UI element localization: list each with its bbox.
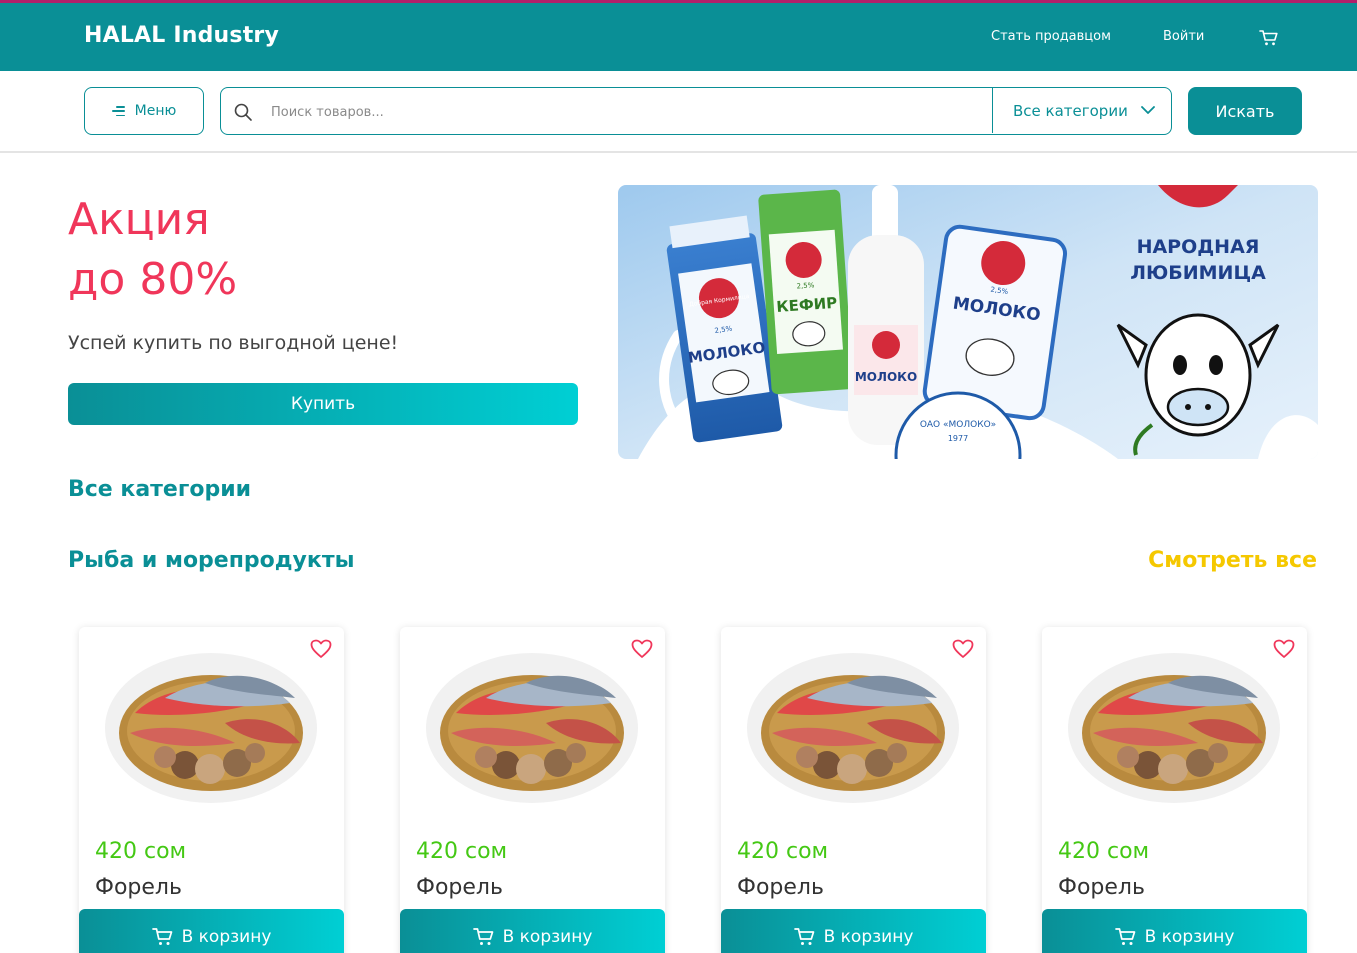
- add-to-cart-button[interactable]: В корзину: [79, 909, 344, 953]
- seal-year: 1977: [948, 434, 968, 443]
- login-link[interactable]: Войти: [1163, 29, 1204, 44]
- chevron-down-icon: [1141, 106, 1155, 114]
- product-card[interactable]: 420 сом Форель В корзину: [79, 627, 344, 953]
- product-card[interactable]: 420 сом Форель В корзину: [1042, 627, 1307, 953]
- product-price: 420 сом: [95, 839, 187, 864]
- search-icon: [234, 103, 252, 121]
- promo-banner[interactable]: Добрая Кормилица 2,5% МОЛОКО 2,5% КЕФИР …: [618, 185, 1318, 459]
- brand-logo[interactable]: HALAL Industry: [84, 23, 279, 48]
- product-image: [747, 653, 959, 803]
- milk-banner-image: Добрая Кормилица 2,5% МОЛОКО 2,5% КЕФИР …: [618, 185, 1318, 459]
- search-toolbar: Меню Все категории Искать: [0, 71, 1357, 153]
- product-name[interactable]: Форель: [416, 875, 503, 900]
- pack3-label: МОЛОКО: [855, 370, 917, 384]
- product-image: [1068, 653, 1280, 803]
- promo-title: Акция до 80%: [68, 190, 237, 310]
- fish-section-heading: Рыба и морепродукты: [68, 548, 355, 573]
- category-select[interactable]: Все категории: [992, 88, 1172, 133]
- add-to-cart-label: В корзину: [181, 927, 272, 947]
- all-categories-heading[interactable]: Все категории: [68, 477, 251, 502]
- product-name[interactable]: Форель: [1058, 875, 1145, 900]
- become-seller-link[interactable]: Стать продавцом: [991, 29, 1111, 44]
- menu-button-label: Меню: [134, 103, 177, 119]
- add-to-cart-label: В корзину: [502, 927, 593, 947]
- category-select-value: Все категории: [1013, 101, 1128, 120]
- seal-text: ОАО «МОЛОКО»: [920, 420, 996, 430]
- search-box: Все категории: [220, 87, 1172, 135]
- cart-icon: [793, 928, 814, 945]
- add-to-cart-label: В корзину: [823, 927, 914, 947]
- product-image: [426, 653, 638, 803]
- cart-icon: [151, 928, 172, 945]
- product-name[interactable]: Форель: [95, 875, 182, 900]
- search-input[interactable]: [271, 100, 971, 124]
- promo-subtitle: Успей купить по выгодной цене!: [68, 332, 399, 354]
- cart-icon: [1114, 928, 1135, 945]
- search-submit-button[interactable]: Искать: [1188, 87, 1302, 135]
- menu-button[interactable]: Меню: [84, 87, 204, 135]
- pack2-fat: 2,5%: [796, 281, 815, 290]
- top-navbar: HALAL Industry Стать продавцом Войти: [0, 0, 1357, 71]
- add-to-cart-button[interactable]: В корзину: [400, 909, 665, 953]
- cart-icon[interactable]: [1259, 29, 1279, 47]
- product-card[interactable]: 420 сом Форель В корзину: [400, 627, 665, 953]
- add-to-cart-button[interactable]: В корзину: [1042, 909, 1307, 953]
- see-all-link[interactable]: Смотреть все: [1148, 548, 1317, 573]
- buy-button[interactable]: Купить: [68, 383, 578, 425]
- hamburger-icon: [111, 106, 125, 116]
- promo-title-line1: Акция: [68, 194, 210, 245]
- product-name[interactable]: Форель: [737, 875, 824, 900]
- product-price: 420 сом: [416, 839, 508, 864]
- product-price: 420 сом: [737, 839, 829, 864]
- add-to-cart-label: В корзину: [1144, 927, 1235, 947]
- banner-headline-1: НАРОДНАЯ: [1137, 236, 1260, 258]
- product-card[interactable]: 420 сом Форель В корзину: [721, 627, 986, 953]
- promo-title-line2: до 80%: [68, 254, 238, 305]
- product-price: 420 сом: [1058, 839, 1150, 864]
- add-to-cart-button[interactable]: В корзину: [721, 909, 986, 953]
- cart-icon: [472, 928, 493, 945]
- banner-headline-2: ЛЮБИМИЦА: [1130, 262, 1266, 284]
- product-image: [105, 653, 317, 803]
